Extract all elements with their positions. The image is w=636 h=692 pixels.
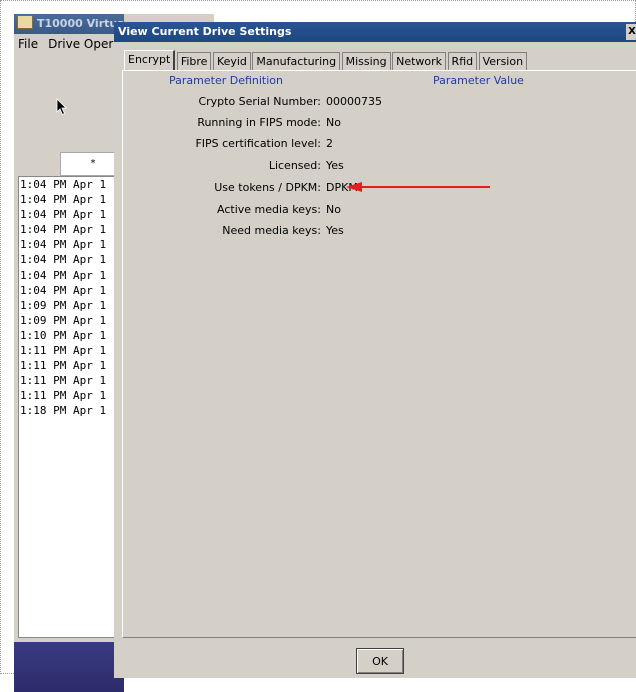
parameter-value: 2 — [326, 137, 333, 150]
log-line: 1:04 PM Apr 1 — [20, 223, 107, 237]
log-line: 1:04 PM Apr 1 — [20, 253, 107, 267]
log-line: 1:04 PM Apr 1 — [20, 178, 107, 191]
log-line: 1:11 PM Apr 1 — [20, 374, 107, 388]
tab-strip: Encrypt Fibre Keyid Manufacturing Missin… — [124, 50, 528, 70]
parameter-row-need-media-keys: Need media keys: Yes — [123, 224, 633, 244]
tab-encrypt[interactable]: Encrypt — [124, 50, 176, 70]
dialog-title: View Current Drive Settings — [118, 25, 292, 38]
parameter-value: No — [326, 203, 341, 216]
menu-file[interactable]: File — [18, 37, 38, 51]
tab-version[interactable]: Version — [478, 52, 528, 70]
background-app-titlebar: T10000 Virtua — [14, 14, 124, 34]
parameter-value: 00000735 — [326, 95, 382, 108]
ok-button[interactable]: OK — [356, 648, 404, 674]
parameter-label: Crypto Serial Number: — [198, 95, 321, 108]
tab-rfid[interactable]: Rfid — [447, 52, 478, 70]
log-line: 1:09 PM Apr 1 — [20, 298, 107, 312]
log-line: 1:11 PM Apr 1 — [20, 344, 107, 358]
dialog-titlebar: View Current Drive Settings X — [114, 22, 636, 42]
close-button[interactable]: X — [626, 24, 636, 40]
parameter-row-active-media-keys: Active media keys: No — [123, 203, 633, 223]
mouse-pointer-icon — [56, 98, 67, 116]
background-status-area — [14, 642, 124, 692]
background-menubar: File Drive Oper — [14, 34, 124, 54]
log-line: 1:09 PM Apr 1 — [20, 313, 107, 327]
app-icon — [17, 15, 33, 29]
tab-fibre[interactable]: Fibre — [176, 52, 212, 70]
log-line: 1:11 PM Apr 1 — [20, 359, 107, 373]
drive-settings-dialog: View Current Drive Settings X Encrypt Fi… — [114, 22, 636, 678]
log-list: 1:04 PM Apr 1 1:04 PM Apr 1 1:04 PM Apr 11… — [18, 176, 125, 638]
tab-manufacturing[interactable]: Manufacturing — [252, 52, 341, 70]
red-annotation-arrow-icon — [346, 182, 490, 192]
log-line: 1:04 PM Apr 1 — [20, 283, 107, 297]
parameter-label: Licensed: — [268, 159, 321, 172]
parameter-row-fips-mode: Running in FIPS mode: No — [123, 116, 633, 136]
log-line: 1:10 PM Apr 1 — [20, 328, 107, 342]
menu-drive-operations[interactable]: Drive Oper — [48, 37, 113, 51]
log-line: 1:18 PM Apr 1 — [20, 404, 107, 418]
parameter-label: FIPS certification level: — [195, 137, 321, 150]
parameter-definition-header: Parameter Definition — [169, 74, 283, 87]
tab-missing[interactable]: Missing — [341, 52, 391, 70]
parameter-row-fips-level: FIPS certification level: 2 — [123, 137, 633, 157]
background-app-title: T10000 Virtua — [37, 17, 124, 30]
parameter-value: No — [326, 116, 341, 129]
parameter-value-header: Parameter Value — [433, 74, 524, 87]
dialog-button-bar: OK — [114, 639, 636, 679]
encrypt-tab-panel: Parameter Definition Parameter Value Cry… — [122, 70, 636, 638]
parameter-value: Yes — [326, 159, 344, 172]
log-line: 1:04 PM Apr 1 — [20, 238, 107, 252]
log-line: 1:04 PM Apr 1 — [20, 208, 107, 222]
tab-keyid[interactable]: Keyid — [212, 52, 251, 70]
log-line: 1:04 PM Apr 1 — [20, 268, 107, 282]
log-line: 1:11 PM Apr 1 — [20, 389, 107, 403]
parameter-row-crypto-serial: Crypto Serial Number: 00000735 — [123, 95, 633, 115]
parameter-label: Need media keys: — [222, 224, 321, 237]
parameter-label: Active media keys: — [217, 203, 321, 216]
parameter-row-licensed: Licensed: Yes — [123, 159, 633, 179]
tab-network[interactable]: Network — [392, 52, 447, 70]
log-line: 1:04 PM Apr 1 — [20, 193, 107, 207]
parameter-label: Running in FIPS mode: — [197, 116, 321, 129]
parameter-label: Use tokens / DPKM: — [214, 181, 321, 194]
parameter-value: Yes — [326, 224, 344, 237]
